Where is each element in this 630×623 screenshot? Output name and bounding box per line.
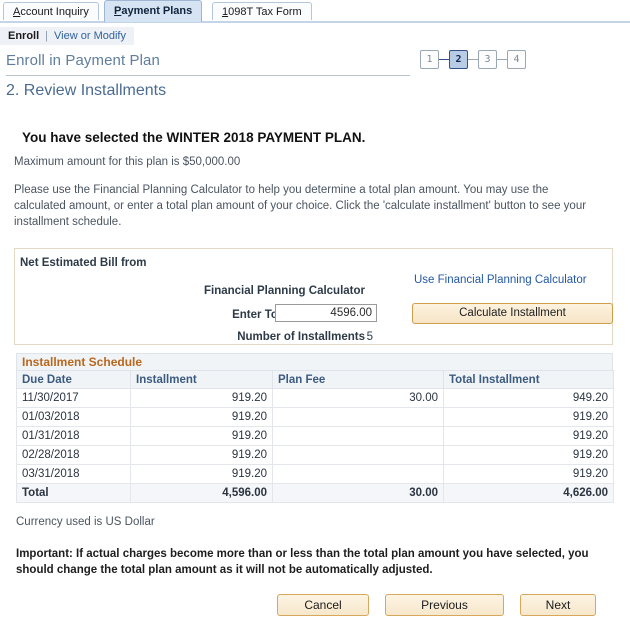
tab-1098t-tax-form[interactable]: 1098T Tax Form — [212, 2, 312, 20]
subnav-item-view-or-modify[interactable]: View or Modify — [54, 30, 126, 42]
column-header-installment[interactable]: Installment — [130, 370, 273, 389]
cell-total-installment: 919.20 — [443, 407, 614, 427]
previous-button[interactable]: Previous — [385, 594, 504, 616]
column-header-due-date[interactable]: Due Date — [16, 370, 131, 389]
cell-grand-total: 4,626.00 — [443, 483, 614, 503]
currency-note: Currency used is US Dollar — [16, 516, 155, 528]
installment-schedule: Installment Schedule Due Date Installmen… — [16, 353, 614, 503]
table-row: 01/31/2018 919.20 919.20 — [16, 426, 614, 446]
column-header-plan-fee[interactable]: Plan Fee — [272, 370, 444, 389]
table-row: 03/31/2018 919.20 919.20 — [16, 464, 614, 484]
cell-installment: 919.20 — [130, 464, 273, 484]
next-button[interactable]: Next — [520, 594, 596, 616]
page-title: Enroll in Payment Plan — [6, 52, 160, 69]
cell-total-installment-sum: 4,596.00 — [130, 483, 273, 503]
cell-installment: 919.20 — [130, 426, 273, 446]
cancel-button[interactable]: Cancel — [277, 594, 369, 616]
table-row: 01/03/2018 919.20 919.20 — [16, 407, 614, 427]
tab-label: ayment Plans — [121, 5, 193, 17]
calculate-installment-button[interactable]: Calculate Installment — [412, 303, 613, 324]
cell-total-plan-fee-sum: 30.00 — [272, 483, 444, 503]
net-estimated-bill-label: Net Estimated Bill from — [20, 257, 147, 269]
tab-payment-plans[interactable]: Payment Plans — [104, 0, 203, 22]
cell-total-label: Total — [16, 483, 131, 503]
cell-total-installment: 919.20 — [443, 464, 614, 484]
cell-plan-fee — [272, 445, 444, 465]
cell-due-date: 01/03/2018 — [16, 407, 131, 427]
cell-installment: 919.20 — [130, 407, 273, 427]
installment-schedule-caption: Installment Schedule — [16, 353, 613, 370]
table-row: 11/30/2017 919.20 30.00 949.20 — [16, 388, 614, 408]
step-box-2[interactable]: 2 — [449, 50, 468, 69]
page-title-divider — [6, 75, 410, 76]
cell-installment: 919.20 — [130, 445, 273, 465]
step-indicator: 1 2 3 4 — [420, 50, 526, 69]
cell-due-date: 11/30/2017 — [16, 388, 131, 408]
column-header-total-installment[interactable]: Total Installment — [443, 370, 614, 389]
subnav-separator: | — [45, 30, 49, 42]
step-box-3[interactable]: 3 — [478, 50, 497, 69]
important-note: Important: If actual charges become more… — [16, 548, 589, 576]
financial-planning-calculator-panel: Net Estimated Bill from Financial Planni… — [14, 248, 613, 345]
total-plan-amount-input[interactable] — [275, 304, 377, 322]
step-box-1[interactable]: 1 — [420, 50, 439, 69]
selected-plan-heading: You have selected the WINTER 2018 PAYMEN… — [22, 130, 366, 145]
step-connector-1 — [439, 59, 449, 60]
financial-planning-calculator-label: Financial Planning Calculator — [203, 285, 365, 297]
cell-plan-fee — [272, 426, 444, 446]
subnav-item-enroll[interactable]: Enroll — [8, 30, 39, 42]
use-financial-planning-calculator-link[interactable]: Use Financial Planning Calculator — [414, 274, 587, 286]
cell-plan-fee — [272, 464, 444, 484]
tab-label: 098T Tax Form — [228, 6, 302, 18]
cell-due-date: 01/31/2018 — [16, 426, 131, 446]
tab-label: ccount Inquiry — [20, 6, 89, 18]
table-header-row: Due Date Installment Plan Fee Total Inst… — [16, 370, 614, 389]
cell-total-installment: 949.20 — [443, 388, 614, 408]
action-button-row: Cancel Previous Next — [0, 594, 630, 618]
installment-schedule-table: Due Date Installment Plan Fee Total Inst… — [16, 370, 614, 503]
table-total-row: Total 4,596.00 30.00 4,626.00 — [16, 483, 614, 503]
step-box-4[interactable]: 4 — [507, 50, 526, 69]
number-of-installments-value: 5 — [366, 331, 373, 343]
step-connector-2 — [468, 59, 478, 60]
cell-plan-fee — [272, 407, 444, 427]
tab-bar-rule — [0, 21, 630, 23]
tab-bar: Account Inquiry Payment Plans 1098T Tax … — [0, 0, 630, 23]
maximum-amount-text: Maximum amount for this plan is $50,000.… — [14, 156, 241, 168]
cell-installment: 919.20 — [130, 388, 273, 408]
instructions-text: Please use the Financial Planning Calcul… — [14, 184, 587, 228]
cell-total-installment: 919.20 — [443, 445, 614, 465]
step-connector-3 — [497, 59, 507, 60]
cell-due-date: 02/28/2018 — [16, 445, 131, 465]
cell-total-installment: 919.20 — [443, 426, 614, 446]
table-row: 02/28/2018 919.20 919.20 — [16, 445, 614, 465]
cell-plan-fee: 30.00 — [272, 388, 444, 408]
subnav: Enroll | View or Modify — [0, 27, 134, 45]
table-body: 11/30/2017 919.20 30.00 949.20 01/03/201… — [16, 388, 614, 503]
page-subtitle: 2. Review Installments — [6, 82, 167, 99]
cell-due-date: 03/31/2018 — [16, 464, 131, 484]
tab-account-inquiry[interactable]: Account Inquiry — [3, 2, 99, 20]
